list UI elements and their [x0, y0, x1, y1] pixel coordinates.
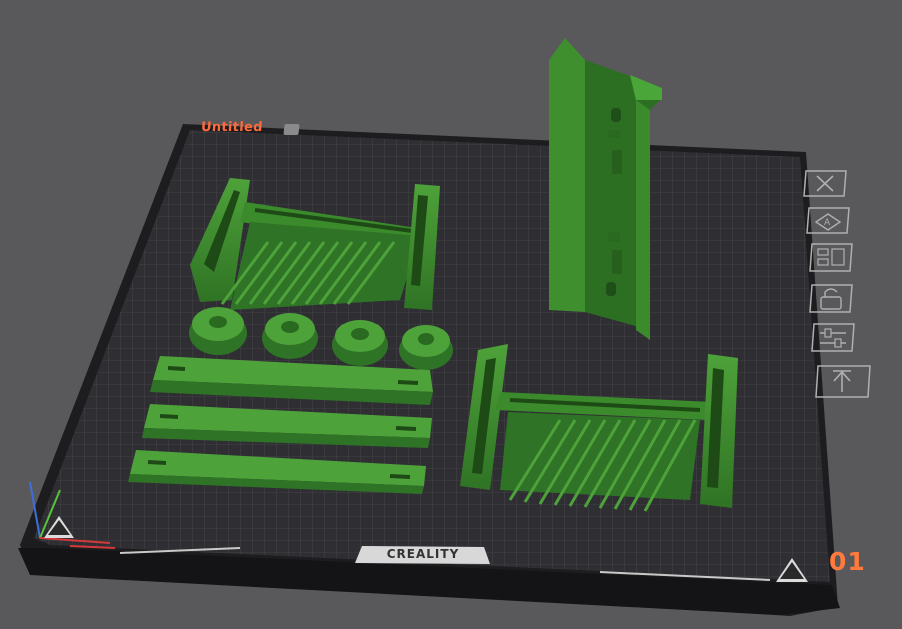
brand-label: CREALITY	[386, 547, 460, 561]
arrange-icon: A	[806, 207, 850, 234]
settings-icon	[809, 243, 853, 272]
knob-model	[332, 320, 388, 366]
3d-viewport[interactable]	[0, 0, 902, 625]
move-to-top-button[interactable]	[814, 363, 871, 398]
auto-arrange-button[interactable]: A	[805, 205, 850, 235]
close-icon	[803, 170, 847, 197]
plate-number: 01	[829, 547, 866, 576]
lock-icon	[809, 284, 853, 313]
tall-bracket-model	[549, 38, 662, 340]
knob-model	[262, 313, 318, 359]
arrow-up-icon	[815, 365, 871, 398]
plate-title[interactable]: Untitled	[200, 120, 263, 135]
plate-settings-button[interactable]	[808, 241, 853, 272]
close-plate-button[interactable]	[802, 168, 847, 198]
knob-model	[189, 307, 247, 355]
svg-text:A: A	[824, 218, 831, 228]
plate-parameters-button[interactable]	[810, 321, 855, 352]
lock-plate-button[interactable]	[808, 282, 853, 313]
scene	[18, 38, 840, 616]
edit-name-icon[interactable]	[283, 124, 300, 135]
knob-model	[399, 325, 453, 370]
sliders-icon	[811, 323, 855, 352]
